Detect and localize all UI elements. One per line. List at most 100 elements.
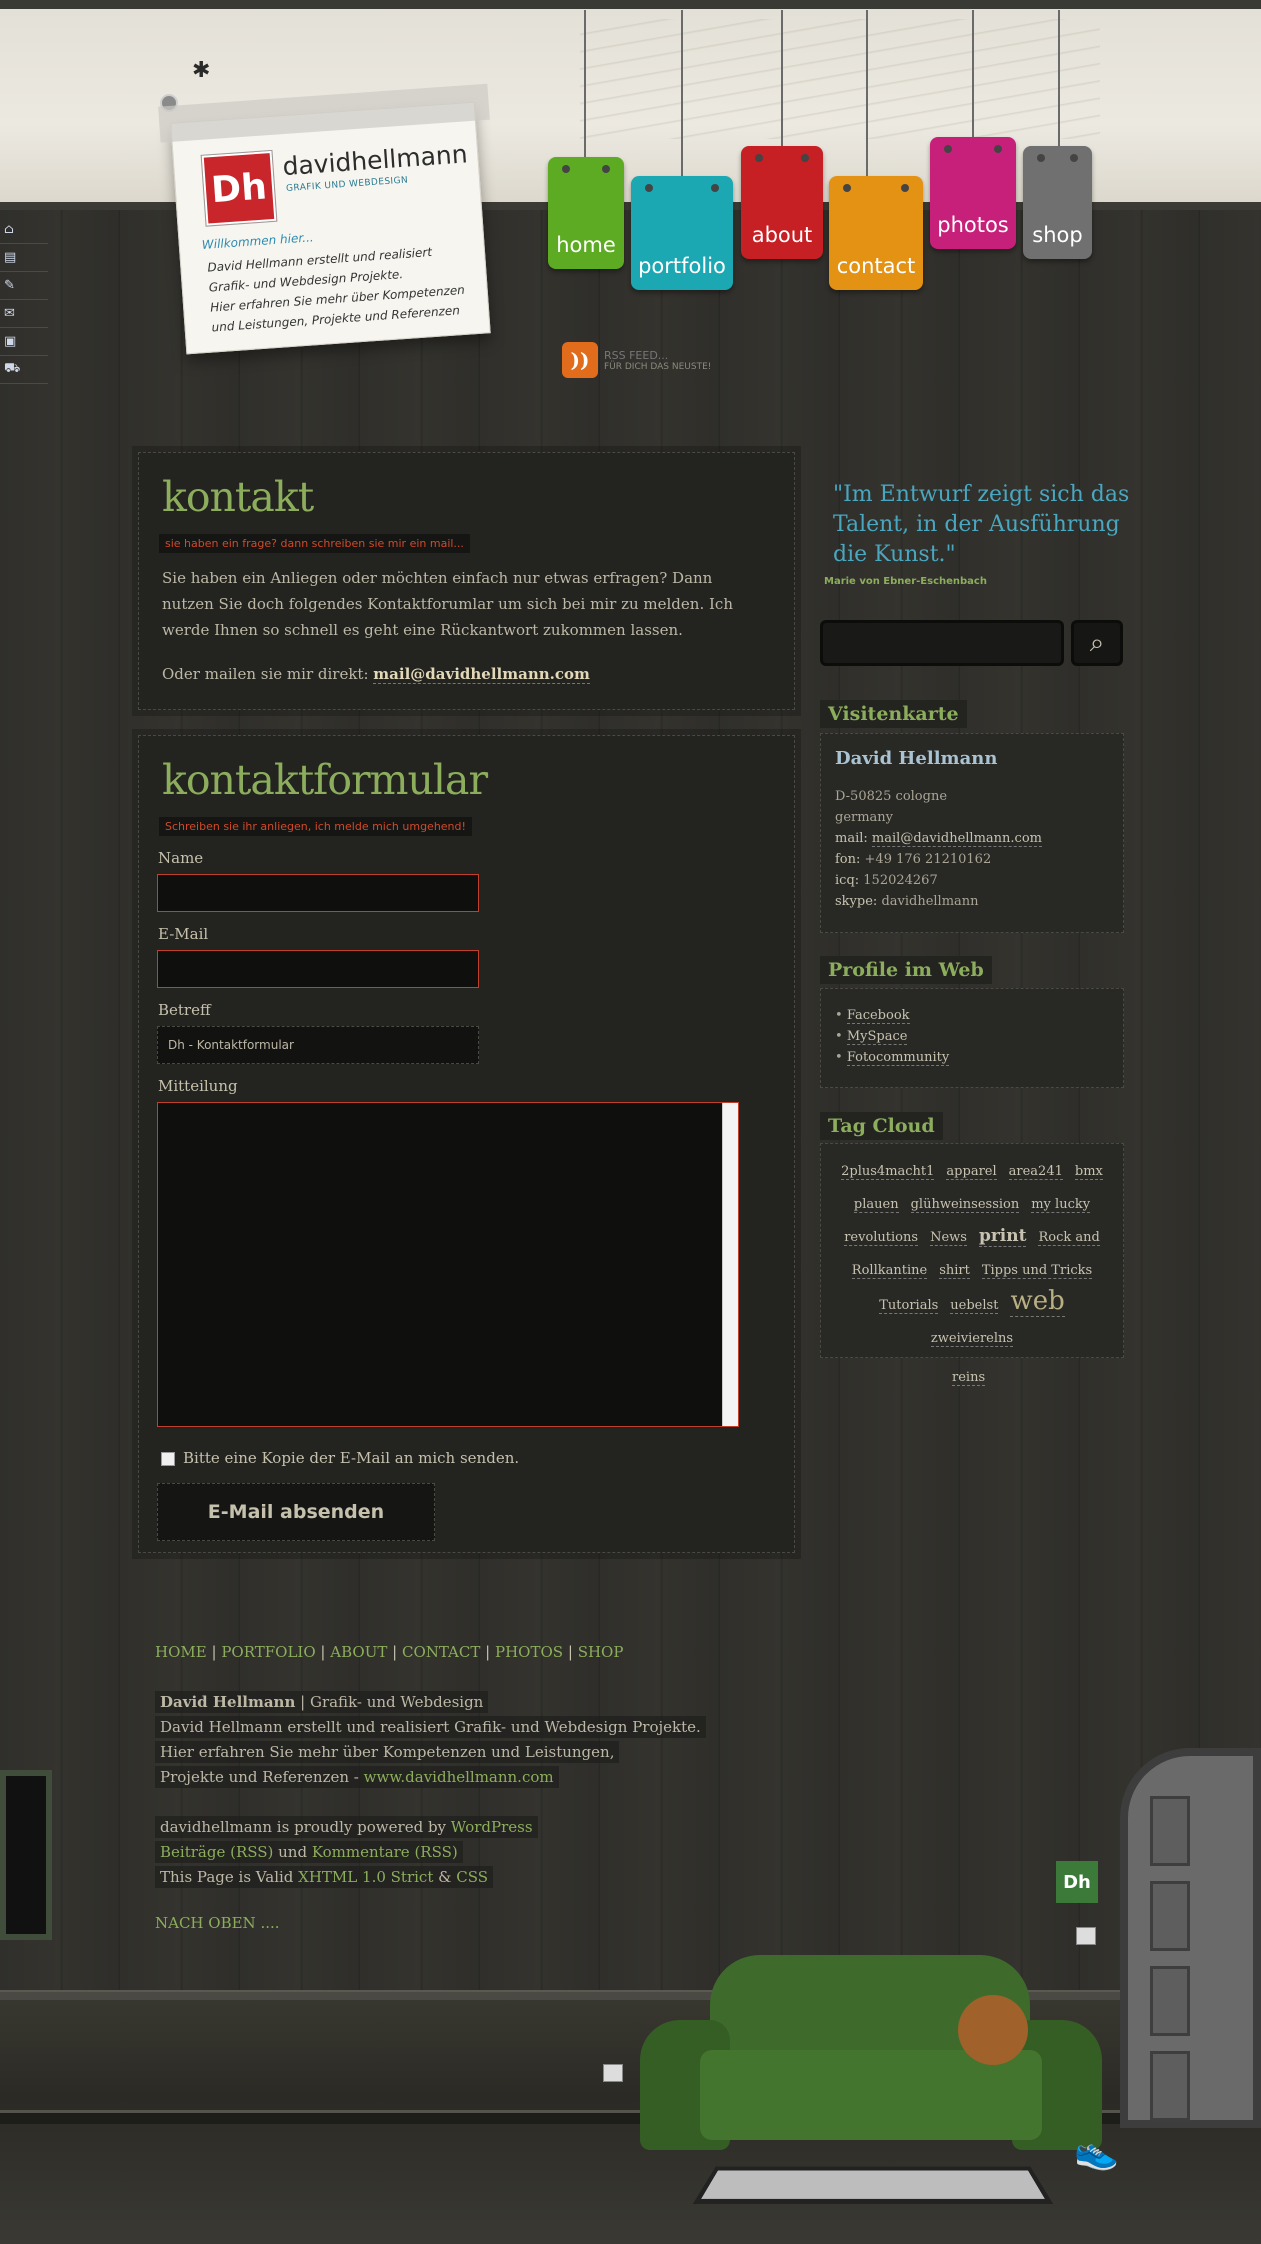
submit-button[interactable]: E-Mail absenden: [157, 1483, 435, 1541]
tag-link[interactable]: revolutions: [844, 1230, 919, 1246]
tag-link[interactable]: bmx: [1074, 1164, 1103, 1180]
tag-link-reins[interactable]: reins: [952, 1370, 986, 1386]
footer-nav-contact[interactable]: CONTACT: [402, 1643, 480, 1661]
nav-home[interactable]: home: [548, 157, 624, 269]
wordpress-link[interactable]: WordPress: [451, 1818, 533, 1836]
rss-subtitle: FÜR DICH DAS NEUSTE!: [604, 361, 712, 372]
tag-link[interactable]: apparel: [946, 1164, 997, 1180]
kontakt-title: kontakt: [162, 473, 314, 521]
copy-label: Bitte eine Kopie der E-Mail an mich send…: [183, 1449, 520, 1467]
chain: [972, 10, 974, 140]
message-label: Mitteilung: [158, 1077, 238, 1095]
tag-link[interactable]: Tutorials: [879, 1298, 939, 1314]
kontakt-body: Sie haben ein Anliegen oder möchten einf…: [162, 569, 733, 639]
footer-feeds: Beiträge (RSS) und Kommentare (RSS): [155, 1841, 463, 1863]
tag-link[interactable]: plauen: [853, 1197, 899, 1213]
footer-nav-home[interactable]: HOME: [155, 1643, 207, 1661]
note-text: David Hellmann erstellt und realisiert G…: [206, 244, 466, 335]
tag-link[interactable]: News: [930, 1230, 967, 1246]
small-page-icon[interactable]: [1076, 1927, 1096, 1945]
quote-author: Marie von Ebner-Eschenbach: [824, 576, 987, 587]
tag-link[interactable]: uebelst: [950, 1298, 999, 1314]
nav-about[interactable]: about: [741, 146, 823, 259]
profile-link-facebook[interactable]: Facebook: [846, 1008, 910, 1024]
tagcloud-title: Tag Cloud: [820, 1112, 943, 1140]
footer-line-4: Projekte und Referenzen - www.davidhellm…: [155, 1766, 559, 1788]
tag-link[interactable]: 2plus4macht1: [841, 1164, 935, 1180]
chain: [681, 10, 683, 180]
textarea-scrollbar[interactable]: [722, 1103, 738, 1426]
footer-nav-photos[interactable]: PHOTOS: [495, 1643, 563, 1661]
email-label: E-Mail: [158, 925, 209, 943]
footer-line-1: David Hellmann | Grafik- und Webdesign: [155, 1691, 489, 1713]
dh-badge[interactable]: Dh: [1056, 1861, 1098, 1903]
footer-line-3: Hier erfahren Sie mehr über Kompetenzen …: [155, 1741, 620, 1763]
posts-rss-link[interactable]: Beiträge (RSS): [160, 1843, 273, 1861]
search-icon: ⌕: [1089, 627, 1105, 658]
picture-frame: [0, 1770, 52, 1940]
kontakt-subtitle: sie haben ein frage? dann schreiben sie …: [159, 534, 470, 553]
footer-valid: This Page is Valid XHTML 1.0 Strict & CS…: [155, 1866, 494, 1888]
css-link[interactable]: CSS: [456, 1868, 488, 1886]
chain: [781, 10, 783, 150]
rss-icon: )): [562, 342, 598, 378]
form-subtitle: Schreiben sie ihr anliegen, ich melde mi…: [159, 817, 472, 836]
copy-checkbox[interactable]: [161, 1452, 175, 1466]
footer-nav-shop[interactable]: SHOP: [578, 1643, 624, 1661]
edit-icon[interactable]: ✎: [0, 272, 48, 300]
kontakt-panel: kontakt sie haben ein frage? dann schrei…: [138, 452, 795, 710]
teddy-bear: [958, 1995, 1028, 2065]
page-icon[interactable]: ▤: [0, 244, 48, 272]
visitenkarte-mail-link[interactable]: mail@davidhellmann.com: [871, 831, 1042, 847]
logo-mark[interactable]: Dh: [201, 150, 277, 226]
tag-link[interactable]: Rollkantine: [851, 1263, 928, 1279]
message-textarea[interactable]: [157, 1102, 739, 1427]
nav-contact[interactable]: contact: [829, 176, 923, 290]
footer-nav-portfolio[interactable]: PORTFOLIO: [221, 1643, 315, 1661]
kontaktformular-panel: kontaktformular Schreiben sie ihr anlieg…: [138, 735, 795, 1553]
footer-site-link[interactable]: www.davidhellmann.com: [364, 1768, 554, 1786]
footer-nav: HOME | PORTFOLIO | ABOUT | CONTACT | PHO…: [155, 1643, 624, 1661]
nav-shop[interactable]: shop: [1023, 146, 1092, 259]
xhtml-link[interactable]: XHTML 1.0 Strict: [298, 1868, 433, 1886]
form-title: kontaktformular: [162, 756, 488, 804]
visitenkarte-name: David Hellmann: [835, 748, 998, 769]
spider-icon: ✱: [192, 58, 211, 83]
tag-link[interactable]: shirt: [939, 1263, 970, 1279]
profile-link-myspace[interactable]: MySpace: [846, 1029, 908, 1045]
search-input[interactable]: [820, 620, 1064, 666]
mail-icon[interactable]: ✉: [0, 300, 48, 328]
tag-link[interactable]: zweivierelns: [930, 1331, 1014, 1347]
name-input[interactable]: [157, 874, 479, 912]
door: [1120, 1748, 1261, 2128]
nav-portfolio[interactable]: portfolio: [631, 176, 733, 290]
tag-link[interactable]: my lucky: [1031, 1197, 1091, 1213]
tag-link[interactable]: Tipps und Tricks: [981, 1263, 1093, 1279]
quote-text: "Im Entwurf zeigt sich das Talent, in de…: [833, 482, 1130, 567]
kontakt-mail-link[interactable]: mail@davidhellmann.com: [373, 665, 590, 684]
rss-feed-link[interactable]: )) RSS FEED... FÜR DICH DAS NEUSTE!: [562, 342, 711, 378]
profile-link-fotocommunity[interactable]: Fotocommunity: [846, 1050, 950, 1066]
chain: [1058, 10, 1060, 150]
profile-title: Profile im Web: [820, 956, 992, 984]
back-to-top-link[interactable]: NACH OBEN ....: [155, 1914, 280, 1932]
tag-link[interactable]: web: [1010, 1286, 1065, 1317]
tag-link[interactable]: print: [978, 1226, 1027, 1247]
logo-note[interactable]: Dh davidhellmann GRAFIK UND WEBDESIGN Wi…: [158, 83, 491, 355]
tag-link[interactable]: Rock and: [1038, 1230, 1100, 1246]
home-icon[interactable]: ⌂: [0, 216, 48, 244]
tag-link[interactable]: glühweinsession: [910, 1197, 1020, 1213]
photo-icon[interactable]: ▣: [0, 328, 48, 356]
tag-link[interactable]: area241: [1008, 1164, 1063, 1180]
visitenkarte-box: David Hellmann D-50825 cologne germany m…: [820, 733, 1124, 933]
cart-icon[interactable]: ⛟: [0, 356, 48, 384]
nav-photos[interactable]: photos: [930, 137, 1016, 249]
footer-nav-about[interactable]: ABOUT: [330, 1643, 387, 1661]
subject-input[interactable]: Dh - Kontaktformular: [157, 1026, 479, 1064]
email-input[interactable]: [157, 950, 479, 988]
side-icon-bar: ⌂ ▤ ✎ ✉ ▣ ⛟: [0, 216, 48, 384]
small-device-icon[interactable]: [603, 2064, 623, 2082]
search-button[interactable]: ⌕: [1071, 620, 1123, 666]
rug: [692, 2166, 1054, 2205]
comments-rss-link[interactable]: Kommentare (RSS): [312, 1843, 458, 1861]
